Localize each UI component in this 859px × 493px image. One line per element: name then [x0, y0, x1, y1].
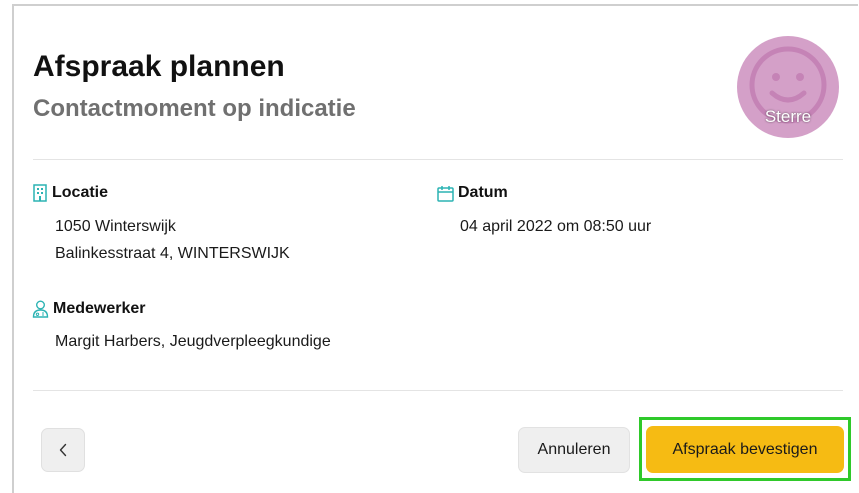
medewerker-heading: Medewerker: [32, 300, 146, 318]
medewerker-value: Margit Harbers, Jeugdverpleegkundige: [55, 333, 331, 350]
locatie-heading: Locatie: [32, 184, 108, 202]
locatie-line2: Balinkesstraat 4, WINTERSWIJK: [55, 245, 290, 262]
datum-value: 04 april 2022 om 08:50 uur: [460, 218, 652, 235]
cancel-button[interactable]: Annuleren: [518, 427, 630, 473]
chevron-left-icon: [59, 443, 67, 457]
datum-label: Datum: [458, 184, 508, 201]
divider-top: [33, 159, 843, 160]
page-title: Afspraak plannen: [33, 50, 285, 83]
medewerker-label: Medewerker: [53, 300, 146, 317]
building-icon: [33, 184, 47, 202]
confirm-appointment-button[interactable]: Afspraak bevestigen: [646, 426, 844, 473]
page-subtitle: Contactmoment op indicatie: [33, 95, 356, 122]
locatie-label: Locatie: [52, 184, 109, 201]
avatar-name: Sterre: [764, 107, 812, 126]
locatie-line1: 1050 Winterswijk: [55, 218, 176, 235]
calendar-icon: [437, 185, 454, 202]
avatar: Sterre: [737, 36, 839, 138]
datum-heading: Datum: [437, 184, 508, 202]
divider-bottom: [33, 390, 843, 391]
staff-person-icon: [32, 300, 49, 318]
back-button[interactable]: [41, 428, 85, 472]
